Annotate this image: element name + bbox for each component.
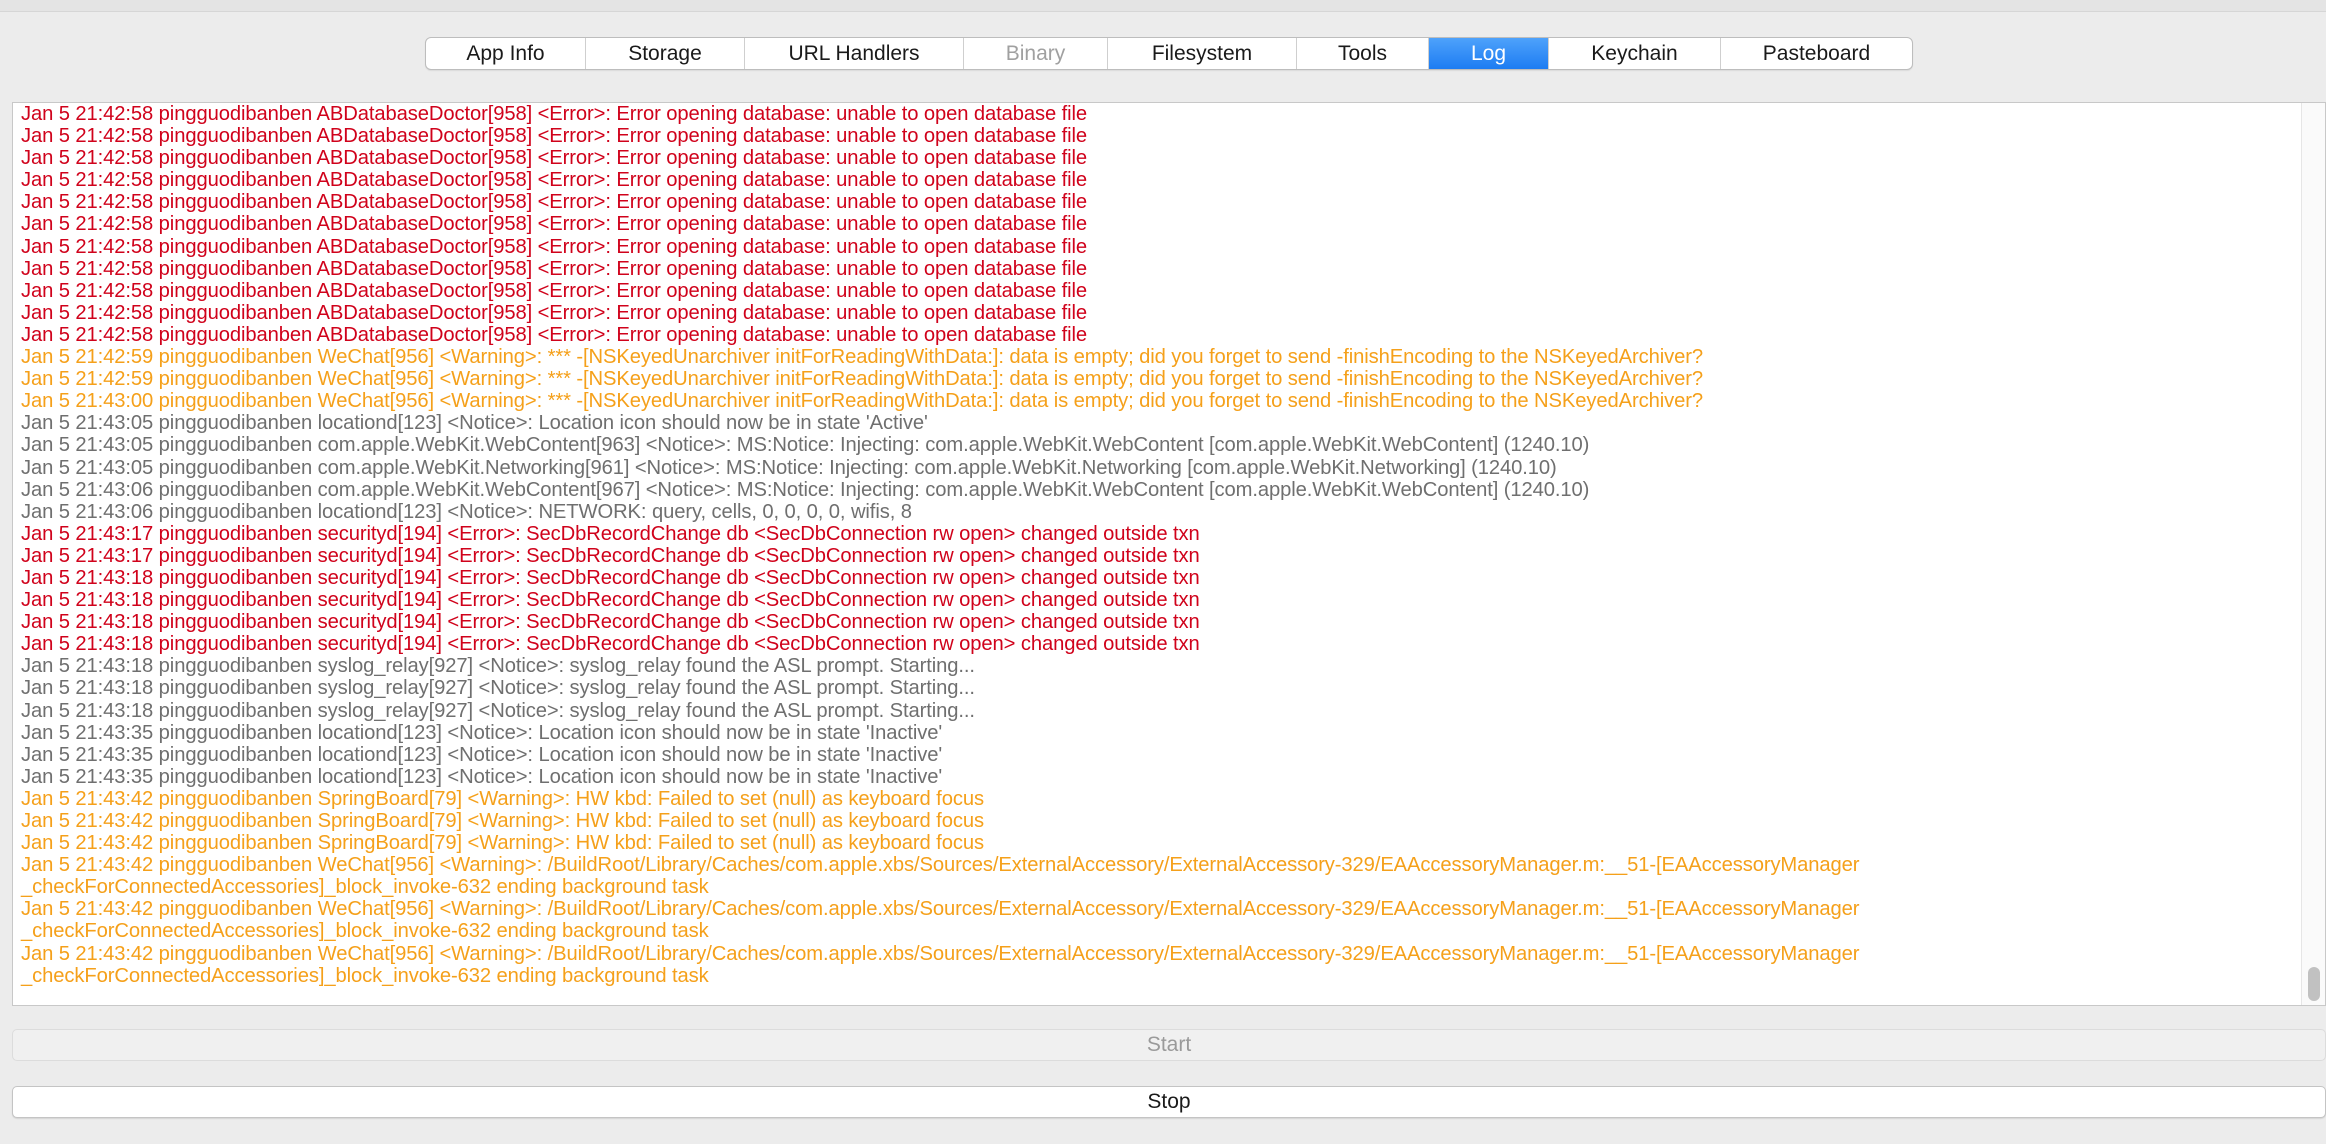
log-line: Jan 5 21:43:17 pingguodibanben securityd… [21, 544, 1200, 567]
tab-app-info[interactable]: App Info [426, 38, 586, 69]
tab-filesystem[interactable]: Filesystem [1108, 38, 1297, 69]
log-line: _checkForConnectedAccessories]_block_inv… [21, 920, 709, 943]
log-line: Jan 5 21:43:42 pingguodibanben WeChat[95… [21, 854, 1860, 877]
tab-url-handlers[interactable]: URL Handlers [745, 38, 964, 69]
window-top-strip [0, 0, 2326, 12]
tab-keychain[interactable]: Keychain [1549, 38, 1721, 69]
log-scroll-thumb[interactable] [2308, 967, 2320, 1001]
log-line: Jan 5 21:43:18 pingguodibanben securityd… [21, 611, 1200, 634]
start-button[interactable]: Start [12, 1029, 2326, 1061]
log-line: Jan 5 21:42:58 pingguodibanben ABDatabas… [21, 147, 1088, 170]
log-line: Jan 5 21:43:42 pingguodibanben WeChat[95… [21, 898, 1860, 921]
log-line: Jan 5 21:43:18 pingguodibanben securityd… [21, 566, 1200, 589]
log-line: Jan 5 21:43:42 pingguodibanben WeChat[95… [21, 942, 1860, 965]
log-line: Jan 5 21:42:58 pingguodibanben ABDatabas… [21, 103, 1088, 125]
log-line: Jan 5 21:42:58 pingguodibanben ABDatabas… [21, 279, 1088, 302]
log-line: Jan 5 21:42:58 pingguodibanben ABDatabas… [21, 235, 1088, 258]
tab-log[interactable]: Log [1429, 38, 1549, 69]
log-line: Jan 5 21:43:18 pingguodibanben syslog_re… [21, 699, 975, 722]
log-line: _checkForConnectedAccessories]_block_inv… [21, 964, 709, 987]
log-line: Jan 5 21:43:18 pingguodibanben syslog_re… [21, 677, 975, 700]
log-lines: Jan 5 21:42:58 pingguodibanben ABDatabas… [21, 103, 2295, 987]
log-line: Jan 5 21:43:05 pingguodibanben com.apple… [21, 434, 1590, 457]
log-line: Jan 5 21:42:59 pingguodibanben WeChat[95… [21, 346, 1703, 369]
log-line: Jan 5 21:43:35 pingguodibanben locationd… [21, 743, 943, 766]
log-line: _checkForConnectedAccessories]_block_inv… [21, 876, 709, 899]
log-line: Jan 5 21:43:06 pingguodibanben locationd… [21, 500, 912, 523]
log-line: Jan 5 21:43:05 pingguodibanben com.apple… [21, 456, 1557, 479]
tab-bar: App Info Storage URL Handlers Binary Fil… [425, 37, 1913, 70]
log-line: Jan 5 21:43:18 pingguodibanben securityd… [21, 633, 1200, 656]
log-line: Jan 5 21:42:58 pingguodibanben ABDatabas… [21, 257, 1088, 280]
log-line: Jan 5 21:43:42 pingguodibanben SpringBoa… [21, 832, 984, 855]
log-line: Jan 5 21:42:58 pingguodibanben ABDatabas… [21, 301, 1088, 324]
log-line: Jan 5 21:43:06 pingguodibanben com.apple… [21, 478, 1590, 501]
log-line: Jan 5 21:42:58 pingguodibanben ABDatabas… [21, 125, 1088, 148]
log-line: Jan 5 21:43:17 pingguodibanben securityd… [21, 522, 1200, 545]
log-line: Jan 5 21:43:35 pingguodibanben locationd… [21, 721, 943, 744]
tab-binary: Binary [964, 38, 1108, 69]
log-line: Jan 5 21:43:05 pingguodibanben locationd… [21, 412, 928, 435]
log-line: Jan 5 21:43:42 pingguodibanben SpringBoa… [21, 787, 984, 810]
tab-pasteboard[interactable]: Pasteboard [1721, 38, 1912, 69]
log-line: Jan 5 21:43:18 pingguodibanben securityd… [21, 589, 1200, 612]
log-output-panel[interactable]: Jan 5 21:42:58 pingguodibanben ABDatabas… [12, 102, 2326, 1006]
log-line: Jan 5 21:43:18 pingguodibanben syslog_re… [21, 655, 975, 678]
log-line: Jan 5 21:42:58 pingguodibanben ABDatabas… [21, 323, 1088, 346]
log-line: Jan 5 21:43:35 pingguodibanben locationd… [21, 765, 943, 788]
stop-button[interactable]: Stop [12, 1086, 2326, 1118]
tab-storage[interactable]: Storage [586, 38, 745, 69]
log-line: Jan 5 21:43:42 pingguodibanben SpringBoa… [21, 810, 984, 832]
log-scrollbar[interactable] [2301, 103, 2325, 1005]
log-line: Jan 5 21:42:58 pingguodibanben ABDatabas… [21, 213, 1088, 236]
log-line: Jan 5 21:42:58 pingguodibanben ABDatabas… [21, 191, 1088, 214]
log-line: Jan 5 21:43:00 pingguodibanben WeChat[95… [21, 390, 1703, 413]
log-line: Jan 5 21:42:59 pingguodibanben WeChat[95… [21, 368, 1703, 391]
log-line: Jan 5 21:42:58 pingguodibanben ABDatabas… [21, 169, 1088, 192]
tab-tools[interactable]: Tools [1297, 38, 1429, 69]
